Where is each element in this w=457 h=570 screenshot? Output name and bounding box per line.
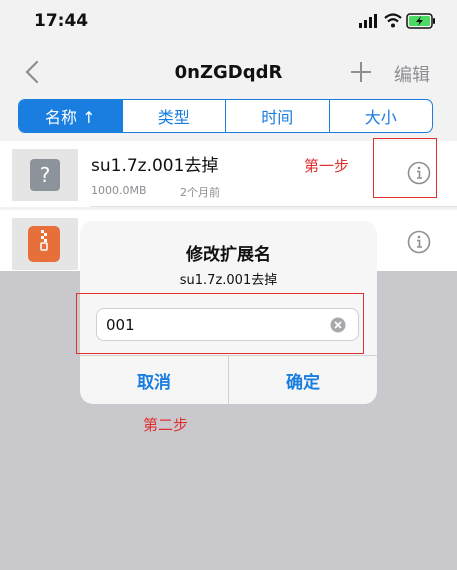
edit-button[interactable]: 编辑	[394, 61, 430, 87]
add-icon[interactable]	[350, 61, 372, 83]
annotation-step2: 第二步	[143, 416, 189, 434]
tab-sort-time[interactable]: 时间	[225, 100, 329, 132]
file-thumbnail	[12, 218, 78, 270]
file-date: 2个月前	[180, 186, 220, 199]
file-size: 1000.0MB	[91, 184, 147, 197]
app-screen: 17:44 0nZGDqdR 编辑 名称 ↑ 类型 时间 大小 ? su1.7z…	[0, 0, 457, 570]
tab-sort-type[interactable]: 类型	[121, 100, 226, 132]
annotation-step1: 第一步	[304, 157, 350, 175]
tab-sort-name[interactable]: 名称 ↑	[19, 100, 122, 132]
file-thumbnail: ?	[12, 149, 78, 201]
sort-segmented-control: 名称 ↑ 类型 时间 大小	[18, 99, 433, 133]
wifi-icon	[384, 13, 402, 28]
page-title: 0nZGDqdR	[174, 62, 283, 83]
info-icon[interactable]	[407, 230, 431, 254]
dialog-title: 修改扩展名	[186, 245, 271, 265]
signal-icon	[359, 14, 377, 28]
unknown-file-icon: ?	[30, 159, 60, 191]
status-bar: 17:44	[0, 0, 457, 44]
dialog-message: su1.7z.001去掉	[179, 273, 278, 288]
confirm-button[interactable]: 确定	[229, 356, 377, 404]
row-divider	[90, 206, 457, 207]
annotation-box-info	[373, 138, 437, 198]
tab-sort-size[interactable]: 大小	[328, 100, 433, 132]
battery-charging-icon	[406, 13, 435, 29]
status-time: 17:44	[34, 11, 89, 31]
file-name: su1.7z.001去掉	[91, 156, 219, 176]
navigation-bar: 0nZGDqdR 编辑	[0, 48, 457, 94]
cancel-button[interactable]: 取消	[80, 356, 228, 404]
zip-file-icon	[28, 226, 60, 262]
annotation-box-input	[76, 293, 364, 354]
